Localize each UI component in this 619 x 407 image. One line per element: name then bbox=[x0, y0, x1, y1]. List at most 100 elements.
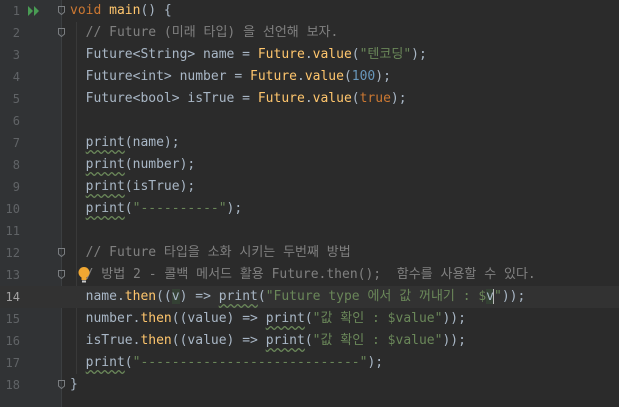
code-token: "값 확인 : $value" bbox=[312, 333, 443, 348]
code-line[interactable]: 7 print(name); bbox=[0, 132, 619, 154]
code-token: (( bbox=[156, 289, 172, 304]
line-number: 13 bbox=[5, 268, 20, 282]
code-line[interactable]: 16 isTrue.then((value) => print("값 확인 : … bbox=[0, 330, 619, 352]
code-line[interactable]: 17 print("----------------------------")… bbox=[0, 352, 619, 374]
code-token: ); bbox=[226, 201, 243, 216]
fold-toggle-icon[interactable] bbox=[58, 248, 65, 257]
code-editor[interactable]: 1 void main() {2 // Future (미래 타입) 을 선언해 … bbox=[0, 0, 619, 407]
code-token: ) => bbox=[179, 289, 219, 304]
code-token: ( bbox=[257, 289, 266, 304]
code-text[interactable]: // Future (미래 타입) 을 선언해 보자. bbox=[70, 22, 339, 44]
code-token: value bbox=[312, 91, 352, 106]
code-text[interactable]: print("----------------------------"); bbox=[70, 352, 383, 374]
code-token: (isTrue); bbox=[124, 179, 196, 194]
line-number: 3 bbox=[12, 48, 20, 62]
code-line[interactable]: 6 bbox=[0, 110, 619, 132]
code-token: isTrue. bbox=[70, 333, 141, 348]
code-text[interactable]: / 방법 2 - 콜백 메서드 활용 Future.then(); 함수를 사용… bbox=[70, 264, 536, 286]
code-token: 100 bbox=[351, 69, 376, 84]
code-text[interactable]: name.then((v) => print("Future type 에서 값… bbox=[70, 286, 525, 308]
code-text[interactable]: void main() { bbox=[70, 0, 172, 22]
code-line[interactable]: 1 void main() { bbox=[0, 0, 619, 22]
code-line[interactable]: 11 bbox=[0, 220, 619, 242]
code-token: "값 확인 : $value" bbox=[312, 311, 443, 326]
code-token: " bbox=[494, 289, 502, 304]
code-text[interactable]: isTrue.then((value) => print("값 확인 : $va… bbox=[70, 330, 466, 352]
code-text[interactable]: print("----------"); bbox=[70, 198, 243, 220]
code-token: ); bbox=[411, 47, 427, 62]
fold-toggle-icon[interactable] bbox=[58, 6, 65, 15]
code-text[interactable]: // Future 타입을 소화 시키는 두번째 방법 bbox=[70, 242, 351, 264]
code-text[interactable]: Future<int> number = Future.value(100); bbox=[70, 66, 391, 88]
line-number: 11 bbox=[5, 224, 20, 238]
code-token: ((value) => bbox=[171, 333, 266, 348]
code-token: ((value) => bbox=[171, 311, 266, 326]
code-token: print bbox=[85, 179, 125, 194]
code-line[interactable]: 8 print(number); bbox=[0, 154, 619, 176]
code-text[interactable]: Future<bool> isTrue = Future.value(true)… bbox=[70, 88, 407, 110]
line-number: 6 bbox=[12, 114, 20, 128]
code-token: main bbox=[109, 3, 141, 18]
code-token: // Future (미래 타입) 을 선언해 보자. bbox=[85, 25, 339, 40]
code-token: // Future 타입을 소화 시키는 두번째 방법 bbox=[85, 245, 351, 260]
code-line[interactable]: 10 print("----------"); bbox=[0, 198, 619, 220]
code-token: Future<bool> isTrue = bbox=[70, 91, 258, 106]
code-token: print bbox=[85, 355, 125, 370]
line-number: 16 bbox=[5, 334, 20, 348]
code-token: } bbox=[70, 377, 78, 392]
code-token: )); bbox=[442, 311, 466, 326]
code-token: ( bbox=[124, 355, 133, 370]
code-text[interactable]: number.then((value) => print("값 확인 : $va… bbox=[70, 308, 466, 330]
code-line[interactable]: 12 // Future 타입을 소화 시키는 두번째 방법 bbox=[0, 242, 619, 264]
code-line[interactable]: 18} bbox=[0, 374, 619, 396]
line-number: 12 bbox=[5, 246, 20, 260]
code-token: print bbox=[85, 135, 125, 150]
code-line[interactable]: 13 / 방법 2 - 콜백 메서드 활용 Future.then(); 함수를… bbox=[0, 264, 619, 286]
code-token: (name); bbox=[124, 135, 180, 150]
code-token: then bbox=[140, 311, 172, 326]
code-token: print bbox=[265, 333, 305, 348]
code-line[interactable]: 2 // Future (미래 타입) 을 선언해 보자. bbox=[0, 22, 619, 44]
code-token: ); bbox=[367, 355, 384, 370]
line-number: 15 bbox=[5, 312, 20, 326]
line-number: 14 bbox=[5, 290, 20, 304]
code-token: Future bbox=[257, 91, 305, 106]
code-line[interactable]: 14 name.then((v) => print("Future type 에… bbox=[0, 286, 619, 308]
code-token: ( bbox=[351, 47, 360, 62]
code-token: print bbox=[218, 289, 258, 304]
code-token: "----------------------------" bbox=[132, 355, 368, 370]
code-line[interactable]: 3 Future<String> name = Future.value("텐코… bbox=[0, 44, 619, 66]
code-token: true bbox=[359, 91, 391, 106]
fold-end-icon[interactable] bbox=[58, 380, 65, 389]
code-token: ); bbox=[390, 91, 407, 106]
code-lines[interactable]: 1 void main() {2 // Future (미래 타입) 을 선언해 … bbox=[0, 0, 619, 396]
code-line[interactable]: 4 Future<int> number = Future.value(100)… bbox=[0, 66, 619, 88]
code-text[interactable]: print(number); bbox=[70, 154, 196, 176]
lightbulb-icon[interactable] bbox=[77, 266, 91, 284]
code-token: then bbox=[140, 333, 172, 348]
code-text[interactable]: Future<String> name = Future.value("텐코딩"… bbox=[70, 44, 427, 66]
code-token: Future bbox=[250, 69, 297, 84]
code-token: / 방법 2 - 콜백 메서드 활용 Future.then(); 함수를 사용… bbox=[85, 267, 536, 282]
line-number: 2 bbox=[12, 26, 20, 40]
code-text[interactable]: print(isTrue); bbox=[70, 176, 196, 198]
code-line[interactable]: 15 number.then((value) => print("값 확인 : … bbox=[0, 308, 619, 330]
code-line[interactable]: 5 Future<bool> isTrue = Future.value(tru… bbox=[0, 88, 619, 110]
fold-toggle-icon[interactable] bbox=[58, 270, 65, 279]
code-token: ( bbox=[343, 69, 352, 84]
fold-toggle-icon[interactable] bbox=[58, 28, 65, 37]
code-token: () { bbox=[140, 3, 172, 18]
code-line[interactable]: 9 print(isTrue); bbox=[0, 176, 619, 198]
code-token: )); bbox=[442, 333, 466, 348]
line-number: 7 bbox=[12, 136, 20, 150]
code-token: print bbox=[85, 157, 125, 172]
code-text[interactable]: } bbox=[70, 374, 78, 396]
code-token: . bbox=[304, 91, 313, 106]
code-token: "Future type 에서 값 꺼내기 : $ bbox=[265, 289, 487, 304]
run-gutter-icon[interactable] bbox=[27, 5, 41, 17]
code-text[interactable]: print(name); bbox=[70, 132, 180, 154]
code-token: "텐코딩" bbox=[359, 47, 412, 62]
